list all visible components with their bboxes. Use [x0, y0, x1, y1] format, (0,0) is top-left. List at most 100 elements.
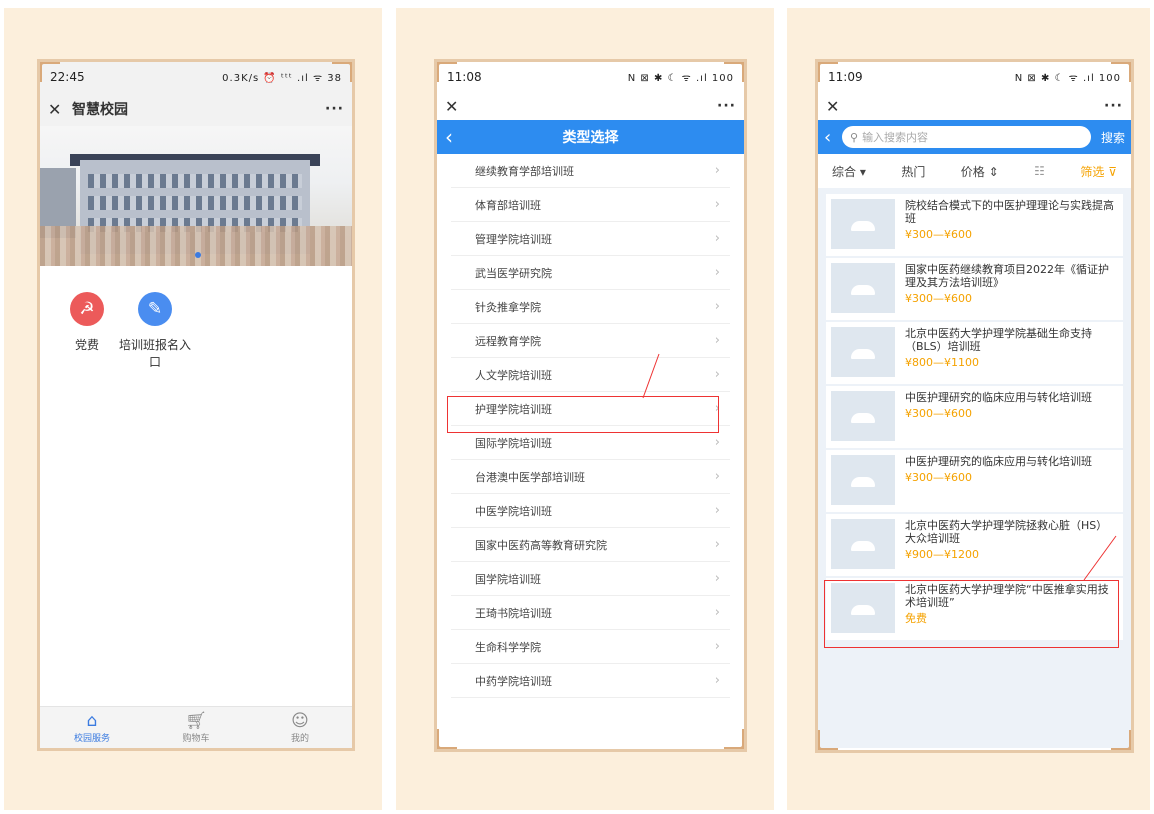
more-icon[interactable]: ··· — [717, 98, 736, 114]
product-item[interactable]: 国家中医药继续教育项目2022年《循证护理及其方法培训班》 ¥300—¥600 — [826, 258, 1123, 320]
chevron-right-icon: › — [714, 367, 720, 382]
product-title: 院校结合模式下的中医护理理论与实践提高班 — [905, 199, 1114, 225]
product-title: 国家中医药继续教育项目2022年《循证护理及其方法培训班》 — [905, 263, 1109, 289]
status-bar: 11:09 N ⊠ ✱ ☾ ᯤ .ıl 100 — [818, 62, 1131, 92]
status-icons: 0.3K/s ⏰ ᵗᵗᵗ .ıl ᯤ 38 — [222, 73, 342, 84]
chevron-right-icon: › — [714, 333, 720, 348]
product-image-placeholder — [831, 391, 895, 441]
phone-screen-3: 11:09 N ⊠ ✱ ☾ ᯤ .ıl 100 ✕ ··· ‹ ⚲ 输入搜索内容… — [815, 59, 1134, 753]
category-item[interactable]: 台港澳中医学部培训班 › — [451, 460, 730, 494]
chevron-right-icon: › — [714, 197, 720, 212]
category-label: 中医学院培训班 — [475, 504, 552, 518]
tab-campus-service[interactable]: ⌂ 校园服务 — [40, 707, 144, 748]
product-title: 中医护理研究的临床应用与转化培训班 — [905, 455, 1092, 468]
category-label: 台港澳中医学部培训班 — [475, 470, 585, 484]
category-item[interactable]: 体育部培训班 › — [451, 188, 730, 222]
phone-screen-2: 11:08 N ⊠ ✱ ☾ ᯤ .ıl 100 ✕ ··· ‹ 类型选择 继续教… — [434, 59, 747, 752]
filter-price[interactable]: 价格 ⇕ — [961, 163, 999, 180]
category-label: 人文学院培训班 — [475, 368, 552, 382]
party-icon: ☭ — [70, 292, 104, 326]
search-bar: ‹ ⚲ 输入搜索内容 搜索 — [818, 120, 1131, 154]
chevron-right-icon: › — [714, 265, 720, 280]
category-item[interactable]: 生命科学学院 › — [451, 630, 730, 664]
product-price: ¥300—¥600 — [905, 407, 972, 420]
close-icon[interactable]: ✕ — [445, 97, 465, 116]
carousel-indicator[interactable] — [195, 252, 201, 258]
tab-cart[interactable]: 🛒︎ 购物车 — [144, 707, 248, 748]
category-label: 管理学院培训班 — [475, 232, 552, 246]
filter-button[interactable]: 筛选 ⊽ — [1080, 163, 1117, 180]
filter-popular[interactable]: 热门 — [901, 163, 925, 180]
category-label: 中药学院培训班 — [475, 674, 552, 688]
product-item[interactable]: 中医护理研究的临床应用与转化培训班 ¥300—¥600 — [826, 386, 1123, 448]
app-titlebar: ✕ ··· — [818, 92, 1131, 120]
search-button[interactable]: 搜索 — [1101, 129, 1125, 146]
chevron-right-icon: › — [714, 537, 720, 552]
training-signup-entry[interactable]: ✎ 培训班报名入口 — [115, 292, 195, 370]
category-label: 生命科学学院 — [475, 640, 541, 654]
filter-comprehensive[interactable]: 综合 ▾ — [832, 163, 866, 180]
category-item[interactable]: 王琦书院培训班 › — [451, 596, 730, 630]
product-image-placeholder — [831, 327, 895, 377]
category-item[interactable]: 中医学院培训班 › — [451, 494, 730, 528]
product-image-placeholder — [831, 199, 895, 249]
product-item[interactable]: 北京中医药大学护理学院基础生命支持（BLS）培训班 ¥800—¥1100 — [826, 322, 1123, 384]
chevron-right-icon: › — [714, 673, 720, 688]
category-item[interactable]: 管理学院培训班 › — [451, 222, 730, 256]
chevron-right-icon: › — [714, 639, 720, 654]
chevron-right-icon: › — [714, 299, 720, 314]
chevron-right-icon: › — [714, 571, 720, 586]
chevron-right-icon: › — [714, 435, 720, 450]
category-label: 王琦书院培训班 — [475, 606, 552, 620]
search-icon: ⚲ — [850, 130, 859, 144]
bottom-tabbar: ⌂ 校园服务 🛒︎ 购物车 ☺ 我的 — [40, 706, 352, 748]
filter-bar: 综合 ▾ 热门 价格 ⇕ ☷ 筛选 ⊽ — [818, 154, 1131, 188]
filter-label: 筛选 — [1080, 164, 1105, 179]
screenshot-panel-3: 11:09 N ⊠ ✱ ☾ ᯤ .ıl 100 ✕ ··· ‹ ⚲ 输入搜索内容… — [787, 8, 1150, 810]
product-price: ¥300—¥600 — [905, 228, 972, 241]
close-icon[interactable]: ✕ — [826, 97, 846, 116]
grid-icon[interactable]: ☷ — [1034, 164, 1045, 178]
category-item[interactable]: 国学院培训班 › — [451, 562, 730, 596]
more-icon[interactable]: ··· — [1104, 98, 1123, 114]
training-signup-label: 培训班报名入口 — [118, 338, 191, 369]
app-titlebar: ✕ 智慧校园 ··· — [40, 92, 352, 126]
category-item[interactable]: 针灸推拿学院 › — [451, 290, 730, 324]
home-icon: ⌂ — [86, 711, 98, 731]
status-icons: N ⊠ ✱ ☾ ᯤ .ıl 100 — [627, 73, 734, 84]
category-item[interactable]: 国家中医药高等教育研究院 › — [451, 528, 730, 562]
product-price: ¥300—¥600 — [905, 471, 972, 484]
tab-mine[interactable]: ☺ 我的 — [248, 707, 352, 748]
category-item[interactable]: 武当医学研究院 › — [451, 256, 730, 290]
chevron-right-icon: › — [714, 231, 720, 246]
party-fee-label: 党费 — [74, 338, 99, 352]
annotation-arrow — [1083, 535, 1117, 581]
back-icon[interactable]: ‹ — [824, 127, 838, 148]
search-input[interactable]: ⚲ 输入搜索内容 — [842, 126, 1091, 148]
category-item[interactable]: 继续教育学部培训班 › — [451, 154, 730, 188]
category-label: 继续教育学部培训班 — [475, 164, 574, 178]
chevron-right-icon: › — [714, 605, 720, 620]
close-icon[interactable]: ✕ — [48, 100, 68, 119]
category-label: 国学院培训班 — [475, 572, 541, 586]
cart-icon: 🛒︎ — [185, 711, 207, 731]
funnel-icon: ⊽ — [1104, 164, 1117, 179]
category-item[interactable]: 中药学院培训班 › — [451, 664, 730, 698]
product-item[interactable]: 院校结合模式下的中医护理理论与实践提高班 ¥300—¥600 — [826, 194, 1123, 256]
campus-banner-image[interactable] — [40, 126, 352, 266]
tab-label: 校园服务 — [73, 734, 110, 744]
product-title: 北京中医药大学护理学院基础生命支持（BLS）培训班 — [905, 327, 1092, 353]
category-label: 针灸推拿学院 — [475, 300, 541, 314]
category-item[interactable]: 远程教育学院 › — [451, 324, 730, 358]
product-item[interactable]: 北京中医药大学护理学院拯救心脏（HS）大众培训班 ¥900—¥1200 — [826, 514, 1123, 576]
category-label: 国家中医药高等教育研究院 — [475, 538, 607, 552]
app-titlebar: ✕ ··· — [437, 92, 744, 120]
product-item[interactable]: 中医护理研究的临床应用与转化培训班 ¥300—¥600 — [826, 450, 1123, 512]
back-icon[interactable]: ‹ — [445, 125, 453, 149]
chevron-right-icon: › — [714, 163, 720, 178]
status-bar: 22:45 0.3K/s ⏰ ᵗᵗᵗ .ıl ᯤ 38 — [40, 62, 352, 92]
search-placeholder: 输入搜索内容 — [862, 131, 929, 144]
product-image-placeholder — [831, 455, 895, 505]
more-icon[interactable]: ··· — [325, 101, 344, 117]
category-item[interactable]: 人文学院培训班 › — [451, 358, 730, 392]
